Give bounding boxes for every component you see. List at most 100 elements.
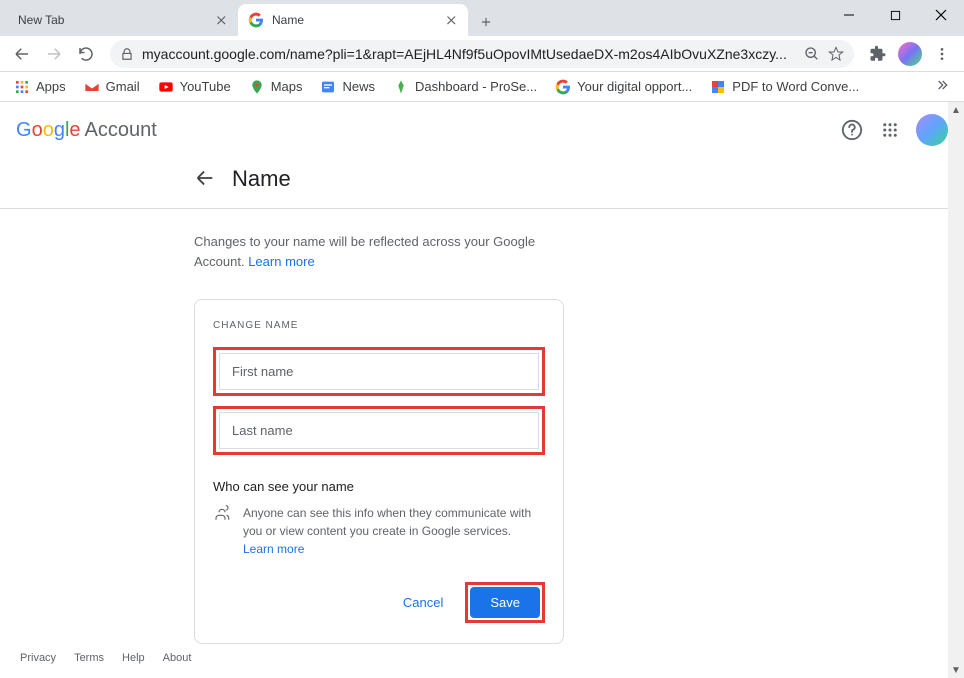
reload-icon <box>77 45 95 63</box>
page-title: Name <box>232 166 291 192</box>
close-window-button[interactable] <box>918 0 964 30</box>
bookmark-label: PDF to Word Conve... <box>732 79 859 94</box>
visibility-learn-more-link[interactable]: Learn more <box>243 542 304 556</box>
bookmark-label: Gmail <box>106 79 140 94</box>
plus-icon <box>479 15 493 29</box>
learn-more-link[interactable]: Learn more <box>248 254 314 269</box>
scroll-up-button[interactable]: ▲ <box>948 102 964 118</box>
reload-button[interactable] <box>72 40 100 68</box>
puzzle-icon <box>869 45 887 63</box>
logo-letter: e <box>69 119 80 141</box>
bookmark-maps[interactable]: Maps <box>249 79 303 95</box>
scroll-down-button[interactable]: ▼ <box>948 662 964 678</box>
bookmark-label: Maps <box>271 79 303 94</box>
back-button[interactable] <box>8 40 36 68</box>
url-text: myaccount.google.com/name?pli=1&rapt=AEj… <box>142 46 796 62</box>
close-icon[interactable] <box>214 13 228 27</box>
bookmark-label: Your digital opport... <box>577 79 692 94</box>
first-name-field[interactable]: First name <box>219 353 539 390</box>
footer-terms[interactable]: Terms <box>74 652 104 664</box>
footer-help[interactable]: Help <box>122 652 145 664</box>
new-tab-button[interactable] <box>472 8 500 36</box>
logo-letter: G <box>16 119 32 141</box>
visibility-heading: Who can see your name <box>213 479 545 494</box>
google-bar: Google Account <box>0 102 964 158</box>
account-text: Account <box>85 119 157 142</box>
minimize-icon <box>843 9 855 21</box>
arrow-right-icon <box>45 45 63 63</box>
browser-tab-name[interactable]: Name <box>238 4 468 36</box>
maximize-icon <box>890 10 901 21</box>
scrollbar[interactable]: ▲ ▼ <box>948 102 964 678</box>
bookmark-youtube[interactable]: YouTube <box>158 79 231 95</box>
highlight-save: Save <box>465 582 545 623</box>
bookmark-apps[interactable]: Apps <box>14 79 66 95</box>
last-name-placeholder: Last name <box>232 423 293 438</box>
close-icon[interactable] <box>444 13 458 27</box>
highlight-last-name: Last name <box>213 406 545 455</box>
bookmark-gmail[interactable]: Gmail <box>84 79 140 95</box>
card-actions: Cancel Save <box>213 582 545 623</box>
account-avatar[interactable] <box>916 114 948 146</box>
footer-privacy[interactable]: Privacy <box>20 652 56 664</box>
bookmark-pdf[interactable]: PDF to Word Conve... <box>710 79 859 95</box>
page-back-button[interactable] <box>194 167 218 191</box>
google-favicon-icon <box>248 12 264 28</box>
star-icon[interactable] <box>828 46 844 62</box>
kebab-icon <box>934 46 950 62</box>
bookmarks-overflow[interactable] <box>934 77 950 96</box>
profile-button[interactable] <box>896 40 924 68</box>
apps-launcher[interactable] <box>878 118 902 142</box>
chevron-double-right-icon <box>934 77 950 93</box>
forward-button[interactable] <box>40 40 68 68</box>
visibility-text: Anyone can see this info when they commu… <box>243 506 531 538</box>
zoom-icon[interactable] <box>804 46 820 62</box>
description: Changes to your name will be reflected a… <box>0 208 560 271</box>
save-button[interactable]: Save <box>470 587 540 618</box>
bookmark-dashboard[interactable]: Dashboard - ProSe... <box>393 79 537 95</box>
youtube-icon <box>158 79 174 95</box>
page-footer: Privacy Terms Help About <box>0 638 211 678</box>
page-content: Google Account Name Changes to your name… <box>0 102 964 678</box>
tab-strip: New Tab Name <box>0 0 964 36</box>
help-icon <box>841 119 863 141</box>
avatar-icon <box>898 42 922 66</box>
apps-icon <box>14 79 30 95</box>
bookmark-digital[interactable]: Your digital opport... <box>555 79 692 95</box>
highlight-first-name: First name <box>213 347 545 396</box>
description-text: Changes to your name will be reflected a… <box>194 234 535 269</box>
first-name-placeholder: First name <box>232 364 293 379</box>
pdf-icon <box>710 79 726 95</box>
logo-letter: o <box>43 119 54 141</box>
tab-title: Name <box>272 13 444 27</box>
menu-button[interactable] <box>928 40 956 68</box>
visibility-row: Anyone can see this info when they commu… <box>213 504 545 558</box>
bookmark-news[interactable]: News <box>320 79 375 95</box>
grid-icon <box>881 121 899 139</box>
cancel-button[interactable]: Cancel <box>391 587 455 618</box>
arrow-left-icon <box>13 45 31 63</box>
close-icon <box>935 9 947 21</box>
browser-toolbar: myaccount.google.com/name?pli=1&rapt=AEj… <box>0 36 964 72</box>
gmail-icon <box>84 79 100 95</box>
tab-title: New Tab <box>18 13 214 27</box>
maps-icon <box>249 79 265 95</box>
help-button[interactable] <box>840 118 864 142</box>
footer-about[interactable]: About <box>163 652 192 664</box>
bookmarks-bar: Apps Gmail YouTube Maps News Dashboard -… <box>0 72 964 102</box>
browser-tab-newtab[interactable]: New Tab <box>8 4 238 36</box>
bookmark-label: Apps <box>36 79 66 94</box>
page-header: Name <box>0 158 964 208</box>
extensions-button[interactable] <box>864 40 892 68</box>
google-g-icon <box>555 79 571 95</box>
google-logo[interactable]: Google <box>16 119 81 142</box>
bookmark-label: News <box>342 79 375 94</box>
avatar-icon <box>916 114 948 146</box>
card-heading: CHANGE NAME <box>213 320 545 331</box>
maximize-button[interactable] <box>872 0 918 30</box>
address-bar[interactable]: myaccount.google.com/name?pli=1&rapt=AEj… <box>110 40 854 68</box>
last-name-field[interactable]: Last name <box>219 412 539 449</box>
minimize-button[interactable] <box>826 0 872 30</box>
window-controls <box>826 0 964 30</box>
visibility-text-container: Anyone can see this info when they commu… <box>243 504 545 558</box>
